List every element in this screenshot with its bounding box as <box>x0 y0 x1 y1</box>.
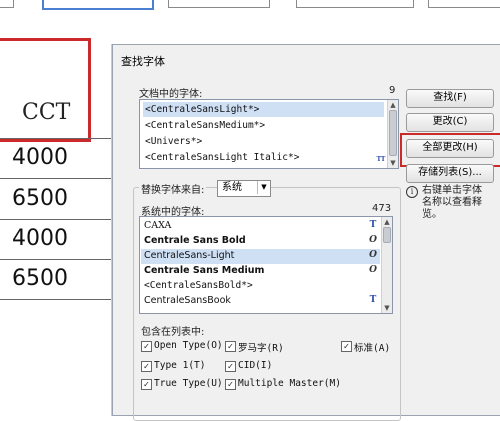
top-toolbar-box-selected <box>42 0 154 10</box>
doc-fonts-scrollbar[interactable]: ▲ ▼ <box>387 100 398 168</box>
info-icon: i <box>406 186 418 198</box>
replace-from-label: 替换字体来自: <box>139 181 207 196</box>
opentype-icon: O <box>369 265 377 275</box>
table-cell-value: 6500 <box>12 186 68 211</box>
top-toolbar-box <box>428 0 500 8</box>
checkbox-label: Type 1(T) <box>154 360 206 371</box>
tip-line: 名称以查看释 <box>422 197 482 208</box>
tip-line: 右键单击字体 <box>422 185 482 196</box>
checkbox-type1[interactable]: ✓ <box>141 361 152 372</box>
table-row-divider <box>0 219 112 220</box>
system-font-item[interactable]: CentraleSans-Light O <box>141 249 380 264</box>
save-list-button[interactable]: 存储列表(S)... <box>406 164 494 183</box>
include-label: 包含在列表中: <box>141 327 205 338</box>
checkbox-label: True Type(U) <box>154 378 223 389</box>
dialog-title: 查找字体 <box>121 55 165 68</box>
doc-fonts-label: 文档中的字体: <box>139 89 203 100</box>
font-name: Centrale Sans Medium <box>144 265 265 276</box>
checkbox-cid[interactable]: ✓ <box>225 361 236 372</box>
table-cell-value: 4000 <box>12 145 68 170</box>
table-cell-value: 6500 <box>12 266 68 291</box>
system-font-item[interactable]: Centrale Sans Bold O <box>141 234 380 249</box>
doc-font-item[interactable]: <CentraleSansLight*> <box>143 102 384 117</box>
system-font-item[interactable]: CentraleSansBook T <box>141 294 380 309</box>
opentype-icon: O <box>369 235 377 245</box>
system-fonts-list[interactable]: CAXA T Centrale Sans Bold O CentraleSans… <box>139 216 393 314</box>
system-font-item[interactable]: <CentraleSansBold*> <box>141 279 380 294</box>
top-toolbar-box <box>0 0 14 8</box>
doc-font-item[interactable]: <Univers*> <box>143 134 384 149</box>
system-font-item[interactable]: CAXA T <box>141 219 380 234</box>
font-name: CAXA <box>144 220 172 231</box>
doc-fonts-list[interactable]: <CentraleSansLight*> <CentraleSansMedium… <box>139 99 399 169</box>
checkbox-label: CID(I) <box>238 360 273 371</box>
change-all-highlight <box>400 133 500 167</box>
find-button[interactable]: 查找(F) <box>406 89 494 108</box>
change-button[interactable]: 更改(C) <box>406 113 494 132</box>
doc-font-item[interactable]: <CentraleSansMedium*> <box>143 118 384 133</box>
checkbox-label: 标准(A) <box>354 343 391 354</box>
chevron-down-icon: ▼ <box>257 181 270 194</box>
checkbox-label: Open Type(O) <box>154 340 223 351</box>
replace-source-value: 系统 <box>222 182 242 193</box>
tip-text: 右键单击字体 名称以查看释 览。 <box>422 185 482 221</box>
checkbox-true-type[interactable]: ✓ <box>141 379 152 390</box>
font-name: CentraleSansBook <box>144 295 231 306</box>
scroll-up-icon[interactable]: ▲ <box>382 217 392 227</box>
checkbox-multiple-master[interactable]: ✓ <box>225 379 236 390</box>
scroll-up-icon[interactable]: ▲ <box>388 100 398 110</box>
opentype-icon: O <box>369 250 377 260</box>
scroll-thumb[interactable] <box>383 227 391 243</box>
truetype-icon: T <box>369 220 377 230</box>
table-cell-value: 4000 <box>12 226 68 251</box>
cct-header: CCT <box>22 100 71 125</box>
checkbox-label: Multiple Master(M) <box>238 378 341 389</box>
checkbox-label: 罗马字(R) <box>238 343 284 354</box>
table-row-divider <box>0 299 112 300</box>
font-name: CentraleSans-Light <box>144 250 235 261</box>
checkbox-open-type[interactable]: ✓ <box>141 341 152 352</box>
font-name: Centrale Sans Bold <box>144 235 246 246</box>
doc-fonts-count: 9 <box>389 85 396 96</box>
truetype-icon: TT <box>376 156 386 163</box>
doc-font-item[interactable]: <CentraleSansLight Italic*> <box>143 150 384 165</box>
table-row-divider <box>0 178 112 179</box>
system-fonts-count: 473 <box>372 203 392 214</box>
find-font-dialog: 查找字体 文档中的字体: 9 <CentraleSansLight*> <Cen… <box>112 44 500 421</box>
replace-source-select[interactable]: 系统 ▼ <box>217 180 271 197</box>
top-toolbar-box <box>168 0 270 8</box>
top-toolbar-box <box>296 0 414 8</box>
checkbox-standard[interactable]: ✓ <box>341 341 352 352</box>
tip-line: 览。 <box>422 209 442 220</box>
cct-header-cell-highlight <box>0 38 91 142</box>
truetype-icon: T <box>369 295 377 305</box>
system-font-item[interactable]: Centrale Sans Medium O <box>141 264 380 279</box>
checkbox-roman[interactable]: ✓ <box>225 341 236 352</box>
scroll-down-icon[interactable]: ▼ <box>388 158 398 168</box>
font-name: <CentraleSansBold*> <box>144 280 253 291</box>
system-fonts-scrollbar[interactable]: ▲ ▼ <box>381 217 392 313</box>
table-row-divider <box>0 138 112 139</box>
table-row-divider <box>0 259 112 260</box>
scroll-thumb[interactable] <box>389 110 397 156</box>
scroll-down-icon[interactable]: ▼ <box>382 303 392 313</box>
